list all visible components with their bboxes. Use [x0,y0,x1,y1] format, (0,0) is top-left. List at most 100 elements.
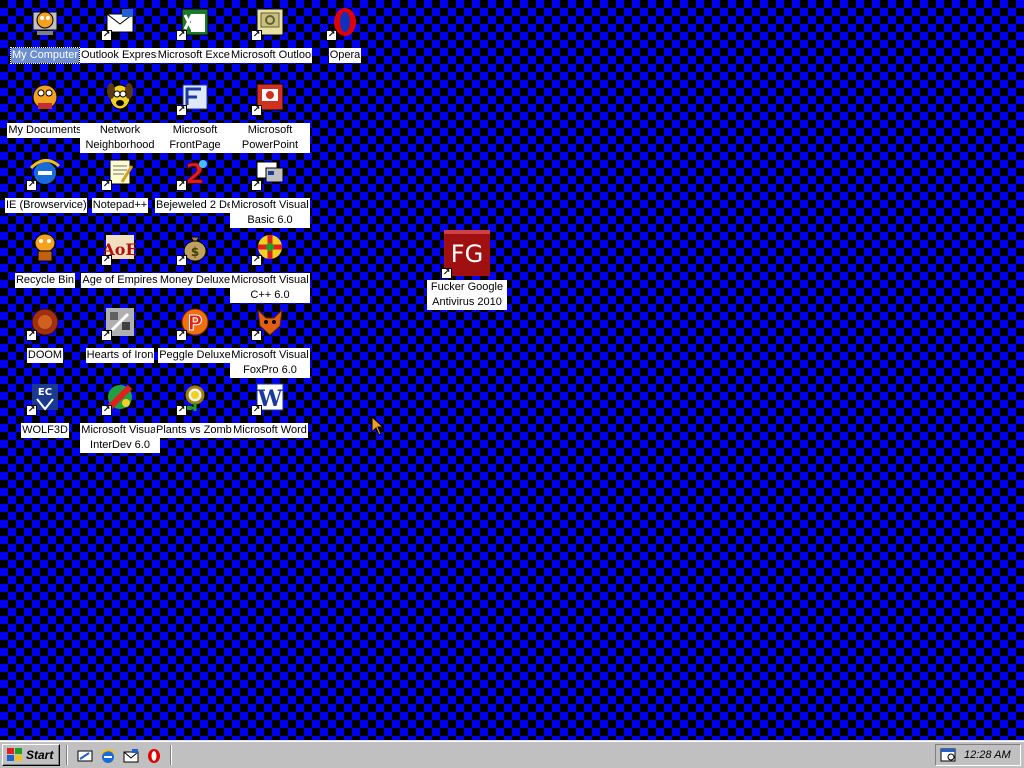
shortcut-arrow-icon: ↗ [101,30,112,41]
desktop-icon-outlook-express[interactable]: ↗ Outlook Express [80,4,162,76]
show-desktop-icon [77,750,93,762]
desktop-icon-label: Peggle Deluxe [158,348,232,363]
outlook-express-icon: ↗ [101,6,136,41]
start-label: Start [26,748,54,762]
desktop-icon-doom[interactable]: ↗ DOOM [5,304,85,376]
opera-icon [148,749,160,763]
shortcut-arrow-icon: ↗ [251,330,262,341]
age-of-empires-icon: AoE ↗ [101,231,136,266]
shortcut-arrow-icon: ↗ [101,255,112,266]
desktop-icon-my-documents[interactable]: My Documents [5,79,85,151]
desktop-icon-microsoft-frontpage[interactable]: ↗ Microsoft FrontPage [155,79,235,153]
desktop-icon-label: Microsoft PowerPoint [230,123,310,153]
desktop-icon-visual-interdev-6[interactable]: ↗ Microsoft Visual InterDev 6.0 [80,379,160,453]
desktop-icon-hearts-of-iron[interactable]: ↗ Hearts of Iron [80,304,160,376]
desktop-icon-label: Opera [328,48,362,63]
plants-vs-zombies-icon: ↗ [176,381,211,416]
desktop-icon-age-of-empires[interactable]: AoE ↗ Age of Empires [80,229,160,301]
desktop-icon-money-deluxe[interactable]: $ ↗ Money Deluxe [155,229,235,301]
desktop-icon-label: Money Deluxe [158,273,232,288]
desktop-icon-visual-basic-6[interactable]: ↗ Microsoft Visual Basic 6.0 [230,154,310,228]
wolf3d-icon: EC ↗ [26,381,61,416]
desktop-icon-visual-cpp-6[interactable]: ↗ Microsoft Visual C++ 6.0 [230,229,310,303]
quick-launch-internet-explorer[interactable] [99,747,117,765]
desktop-icon-label: My Computer [9,47,81,64]
shortcut-arrow-icon: ↗ [176,180,187,191]
svg-text:P: P [188,311,203,335]
shortcut-arrow-icon: ↗ [26,330,37,341]
desktop-icon-label: Plants vs Zombies [155,423,237,438]
peggle-icon: P ↗ [176,306,211,341]
desktop-icon-peggle-deluxe[interactable]: P ↗ Peggle Deluxe [155,304,235,376]
desktop-icon-microsoft-word[interactable]: W ↗ Microsoft Word [230,379,310,451]
desktop-icon-notepad-plus[interactable]: ↗ Notepad++ [80,154,160,226]
garfield-recycle-icon [29,231,61,263]
shortcut-arrow-icon: ↗ [101,405,112,416]
mouse-cursor-icon [371,416,385,436]
desktop-icon-label: Fucker Google Antivirus 2010 [427,280,507,310]
desktop-icon-wolf3d[interactable]: EC ↗ WOLF3D [5,379,85,451]
bejeweled-icon: 2 ↗ [176,156,211,191]
desktop-icon-label: Recycle Bin [14,273,76,288]
desktop-icon-label: Microsoft Outlook [230,48,312,63]
windows-logo-icon [7,748,22,761]
desktop-icon-label: DOOM [26,348,64,363]
desktop-icon-microsoft-powerpoint[interactable]: ↗ Microsoft PowerPoint [230,79,310,153]
desktop-icon-label: Microsoft FrontPage [155,123,235,153]
desktop-icon-recycle-bin[interactable]: Recycle Bin [5,229,85,301]
desktop-icon-label: Microsoft Visual InterDev 6.0 [80,423,160,453]
task-scheduler-icon[interactable] [940,747,956,763]
desktop[interactable]: My Computer ↗ Outlook Express ↗ Microsof… [0,0,1024,740]
fg-antivirus-icon: FG ↗ [441,230,490,279]
odie-network-icon [104,81,136,113]
shortcut-arrow-icon: ↗ [26,180,37,191]
shortcut-arrow-icon: ↗ [251,30,262,41]
hearts-of-iron-icon: ↗ [101,306,136,341]
desktop-icon-microsoft-excel[interactable]: ↗ Microsoft Excel [155,4,235,76]
desktop-icon-opera[interactable]: ↗ Opera [305,4,385,76]
desktop-icon-label: Age of Empires [81,273,159,288]
desktop-icon-network-neighborhood[interactable]: Network Neighborhood [80,79,160,153]
powerpoint-icon: ↗ [251,81,286,116]
visual-basic-icon: ↗ [251,156,286,191]
desktop-icon-label: Hearts of Iron [85,348,155,363]
shortcut-arrow-icon: ↗ [176,105,187,116]
shortcut-arrow-icon: ↗ [101,180,112,191]
shortcut-arrow-icon: ↗ [176,405,187,416]
word-icon: W ↗ [251,381,286,416]
shortcut-arrow-icon: ↗ [176,30,187,41]
taskbar: Start 12:28 AM [0,740,1024,768]
internet-explorer-icon: ↗ [26,156,61,191]
desktop-icon-microsoft-outlook[interactable]: ↗ Microsoft Outlook [230,4,312,76]
desktop-icon-label: Microsoft Visual Basic 6.0 [230,198,310,228]
quick-launch-show-desktop[interactable] [76,747,94,765]
desktop-icon-plants-vs-zombies[interactable]: ↗ Plants vs Zombies [155,379,237,451]
desktop-icon-label: Network Neighborhood [80,123,160,153]
shortcut-arrow-icon: ↗ [101,330,112,341]
taskbar-clock[interactable]: 12:28 AM [964,749,1011,761]
desktop-icon-bejeweled-2[interactable]: 2 ↗ Bejeweled 2 Deluxe [155,154,237,226]
shortcut-arrow-icon: ↗ [441,268,452,279]
svg-text:FG: FG [451,240,483,268]
opera-icon: ↗ [326,6,361,41]
desktop-icon-label: Microsoft Excel [156,48,234,63]
desktop-icon-ie-browservice[interactable]: ↗ IE (Browservice) [5,154,87,226]
shortcut-arrow-icon: ↗ [251,180,262,191]
notepad-icon: ↗ [101,156,136,191]
foxpro-icon: ↗ [251,306,286,341]
desktop-icon-visual-foxpro-6[interactable]: ↗ Microsoft Visual FoxPro 6.0 [230,304,310,378]
shortcut-arrow-icon: ↗ [251,105,262,116]
garfield-computer-icon [29,6,61,38]
quick-launch-outlook-express[interactable] [122,747,140,765]
desktop-icon-label: Microsoft Word [232,423,308,438]
money-bag-icon: $ ↗ [176,231,211,266]
quick-launch-opera[interactable] [145,747,163,765]
desktop-icon-my-computer[interactable]: My Computer [5,4,85,76]
shortcut-arrow-icon: ↗ [176,330,187,341]
outlook-icon: ↗ [251,6,286,41]
interdev-icon: ↗ [101,381,136,416]
visual-cpp-icon: ↗ [251,231,286,266]
outlook-express-icon [123,749,139,763]
desktop-icon-fg-antivirus[interactable]: FG ↗ Fucker Google Antivirus 2010 [427,230,507,310]
start-button[interactable]: Start [2,744,60,766]
